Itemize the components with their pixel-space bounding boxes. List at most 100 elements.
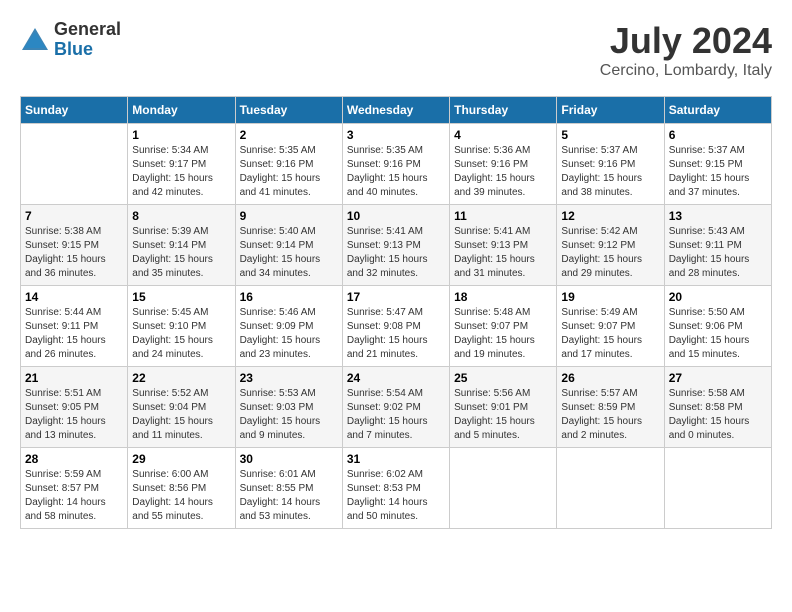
header-thursday: Thursday: [450, 97, 557, 124]
day-info: Sunrise: 5:54 AMSunset: 9:02 PMDaylight:…: [347, 387, 445, 443]
day-number: 13: [669, 209, 767, 223]
day-info: Sunrise: 5:53 AMSunset: 9:03 PMDaylight:…: [240, 387, 338, 443]
day-info: Sunrise: 5:46 AMSunset: 9:09 PMDaylight:…: [240, 306, 338, 362]
day-number: 14: [25, 290, 123, 304]
day-number: 21: [25, 371, 123, 385]
day-info: Sunrise: 5:42 AMSunset: 9:12 PMDaylight:…: [561, 225, 659, 281]
table-row: 23 Sunrise: 5:53 AMSunset: 9:03 PMDaylig…: [235, 367, 342, 448]
day-info: Sunrise: 5:51 AMSunset: 9:05 PMDaylight:…: [25, 387, 123, 443]
table-row: 28 Sunrise: 5:59 AMSunset: 8:57 PMDaylig…: [21, 448, 128, 529]
table-row: 13 Sunrise: 5:43 AMSunset: 9:11 PMDaylig…: [664, 205, 771, 286]
day-number: 5: [561, 128, 659, 142]
day-number: 19: [561, 290, 659, 304]
day-info: Sunrise: 5:41 AMSunset: 9:13 PMDaylight:…: [454, 225, 552, 281]
table-row: 25 Sunrise: 5:56 AMSunset: 9:01 PMDaylig…: [450, 367, 557, 448]
day-info: Sunrise: 5:48 AMSunset: 9:07 PMDaylight:…: [454, 306, 552, 362]
table-row: 14 Sunrise: 5:44 AMSunset: 9:11 PMDaylig…: [21, 286, 128, 367]
table-row: 5 Sunrise: 5:37 AMSunset: 9:16 PMDayligh…: [557, 124, 664, 205]
table-row: 15 Sunrise: 5:45 AMSunset: 9:10 PMDaylig…: [128, 286, 235, 367]
day-number: 24: [347, 371, 445, 385]
day-number: 16: [240, 290, 338, 304]
table-row: 11 Sunrise: 5:41 AMSunset: 9:13 PMDaylig…: [450, 205, 557, 286]
table-row: 4 Sunrise: 5:36 AMSunset: 9:16 PMDayligh…: [450, 124, 557, 205]
table-row: 30 Sunrise: 6:01 AMSunset: 8:55 PMDaylig…: [235, 448, 342, 529]
table-row: 3 Sunrise: 5:35 AMSunset: 9:16 PMDayligh…: [342, 124, 449, 205]
header-monday: Monday: [128, 97, 235, 124]
logo-blue: Blue: [54, 40, 121, 60]
logo-text: General Blue: [54, 20, 121, 60]
day-info: Sunrise: 5:38 AMSunset: 9:15 PMDaylight:…: [25, 225, 123, 281]
calendar-week-row: 14 Sunrise: 5:44 AMSunset: 9:11 PMDaylig…: [21, 286, 772, 367]
table-row: 26 Sunrise: 5:57 AMSunset: 8:59 PMDaylig…: [557, 367, 664, 448]
logo-icon: [20, 26, 50, 54]
table-row: 19 Sunrise: 5:49 AMSunset: 9:07 PMDaylig…: [557, 286, 664, 367]
day-info: Sunrise: 5:40 AMSunset: 9:14 PMDaylight:…: [240, 225, 338, 281]
table-row: 12 Sunrise: 5:42 AMSunset: 9:12 PMDaylig…: [557, 205, 664, 286]
day-info: Sunrise: 5:49 AMSunset: 9:07 PMDaylight:…: [561, 306, 659, 362]
table-row: 18 Sunrise: 5:48 AMSunset: 9:07 PMDaylig…: [450, 286, 557, 367]
logo-general: General: [54, 20, 121, 40]
table-row: 21 Sunrise: 5:51 AMSunset: 9:05 PMDaylig…: [21, 367, 128, 448]
day-number: 31: [347, 452, 445, 466]
location-title: Cercino, Lombardy, Italy: [600, 62, 772, 80]
header-friday: Friday: [557, 97, 664, 124]
calendar-header-row: Sunday Monday Tuesday Wednesday Thursday…: [21, 97, 772, 124]
day-number: 12: [561, 209, 659, 223]
day-number: 28: [25, 452, 123, 466]
header: General Blue July 2024 Cercino, Lombardy…: [20, 20, 772, 80]
table-row: [21, 124, 128, 205]
table-row: 2 Sunrise: 5:35 AMSunset: 9:16 PMDayligh…: [235, 124, 342, 205]
day-info: Sunrise: 5:37 AMSunset: 9:16 PMDaylight:…: [561, 144, 659, 200]
calendar-week-row: 28 Sunrise: 5:59 AMSunset: 8:57 PMDaylig…: [21, 448, 772, 529]
day-number: 20: [669, 290, 767, 304]
day-info: Sunrise: 5:37 AMSunset: 9:15 PMDaylight:…: [669, 144, 767, 200]
day-number: 9: [240, 209, 338, 223]
calendar-week-row: 21 Sunrise: 5:51 AMSunset: 9:05 PMDaylig…: [21, 367, 772, 448]
day-info: Sunrise: 6:00 AMSunset: 8:56 PMDaylight:…: [132, 468, 230, 524]
day-number: 7: [25, 209, 123, 223]
day-info: Sunrise: 5:44 AMSunset: 9:11 PMDaylight:…: [25, 306, 123, 362]
day-number: 8: [132, 209, 230, 223]
day-number: 1: [132, 128, 230, 142]
day-number: 10: [347, 209, 445, 223]
day-info: Sunrise: 5:59 AMSunset: 8:57 PMDaylight:…: [25, 468, 123, 524]
month-title: July 2024: [600, 20, 772, 62]
day-number: 15: [132, 290, 230, 304]
calendar-week-row: 7 Sunrise: 5:38 AMSunset: 9:15 PMDayligh…: [21, 205, 772, 286]
day-number: 2: [240, 128, 338, 142]
day-info: Sunrise: 5:58 AMSunset: 8:58 PMDaylight:…: [669, 387, 767, 443]
table-row: 8 Sunrise: 5:39 AMSunset: 9:14 PMDayligh…: [128, 205, 235, 286]
table-row: [664, 448, 771, 529]
header-sunday: Sunday: [21, 97, 128, 124]
day-number: 4: [454, 128, 552, 142]
day-info: Sunrise: 5:43 AMSunset: 9:11 PMDaylight:…: [669, 225, 767, 281]
day-number: 11: [454, 209, 552, 223]
table-row: 1 Sunrise: 5:34 AMSunset: 9:17 PMDayligh…: [128, 124, 235, 205]
table-row: 22 Sunrise: 5:52 AMSunset: 9:04 PMDaylig…: [128, 367, 235, 448]
day-number: 17: [347, 290, 445, 304]
day-info: Sunrise: 5:50 AMSunset: 9:06 PMDaylight:…: [669, 306, 767, 362]
table-row: 17 Sunrise: 5:47 AMSunset: 9:08 PMDaylig…: [342, 286, 449, 367]
calendar-week-row: 1 Sunrise: 5:34 AMSunset: 9:17 PMDayligh…: [21, 124, 772, 205]
day-info: Sunrise: 5:36 AMSunset: 9:16 PMDaylight:…: [454, 144, 552, 200]
day-number: 23: [240, 371, 338, 385]
table-row: [557, 448, 664, 529]
day-number: 27: [669, 371, 767, 385]
header-wednesday: Wednesday: [342, 97, 449, 124]
day-number: 3: [347, 128, 445, 142]
table-row: [450, 448, 557, 529]
day-info: Sunrise: 5:41 AMSunset: 9:13 PMDaylight:…: [347, 225, 445, 281]
table-row: 10 Sunrise: 5:41 AMSunset: 9:13 PMDaylig…: [342, 205, 449, 286]
day-number: 25: [454, 371, 552, 385]
table-row: 24 Sunrise: 5:54 AMSunset: 9:02 PMDaylig…: [342, 367, 449, 448]
day-info: Sunrise: 5:35 AMSunset: 9:16 PMDaylight:…: [240, 144, 338, 200]
table-row: 6 Sunrise: 5:37 AMSunset: 9:15 PMDayligh…: [664, 124, 771, 205]
title-section: July 2024 Cercino, Lombardy, Italy: [600, 20, 772, 80]
day-info: Sunrise: 6:02 AMSunset: 8:53 PMDaylight:…: [347, 468, 445, 524]
day-info: Sunrise: 5:34 AMSunset: 9:17 PMDaylight:…: [132, 144, 230, 200]
day-info: Sunrise: 5:47 AMSunset: 9:08 PMDaylight:…: [347, 306, 445, 362]
day-number: 18: [454, 290, 552, 304]
day-number: 6: [669, 128, 767, 142]
table-row: 7 Sunrise: 5:38 AMSunset: 9:15 PMDayligh…: [21, 205, 128, 286]
day-info: Sunrise: 5:57 AMSunset: 8:59 PMDaylight:…: [561, 387, 659, 443]
